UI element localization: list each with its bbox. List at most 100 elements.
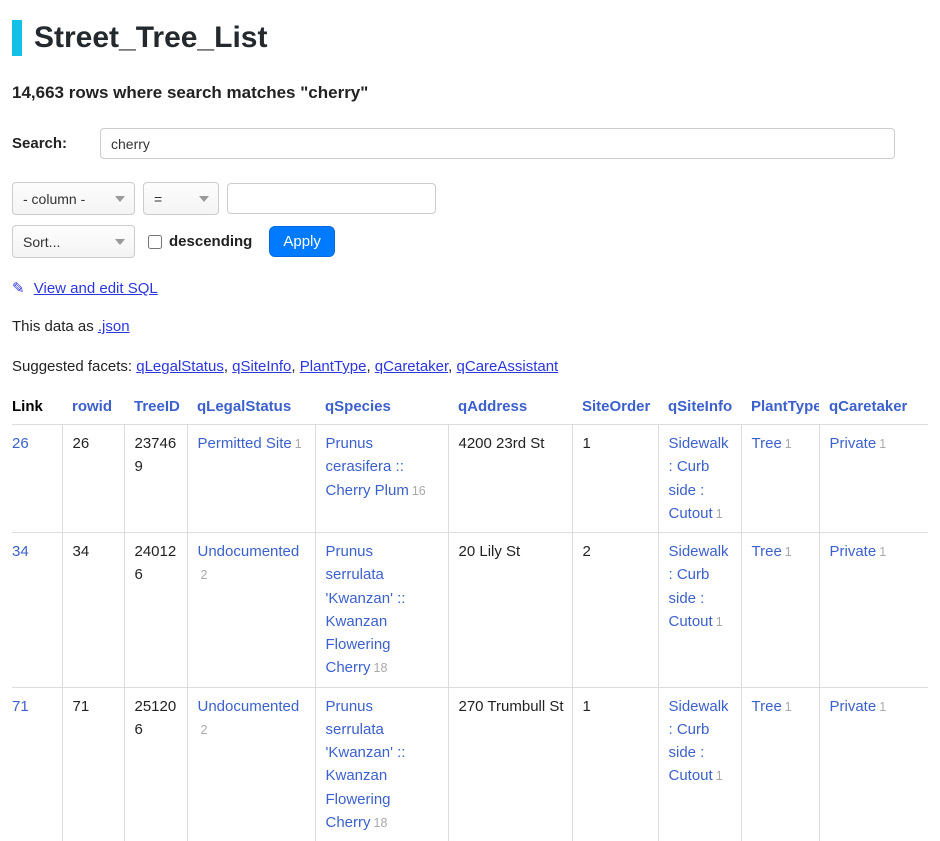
table-row: 3434240126Undocumented2Prunus serrulata … <box>12 533 928 688</box>
cell-qSiteInfo: Sidewalk: Curb side : Cutout1 <box>658 533 741 688</box>
sort-select-wrap: Sort... <box>12 225 135 258</box>
descending-checkbox[interactable] <box>148 235 162 249</box>
filter-value-input[interactable] <box>227 183 436 214</box>
cell-PlantType: Tree1 <box>741 687 819 841</box>
column-header-TreeID: TreeID <box>124 394 187 425</box>
cell-link[interactable]: Prunus serrulata 'Kwanzan' :: Kwanzan Fl… <box>326 698 406 831</box>
facet-count-badge: 1 <box>785 700 792 714</box>
column-header-qCaretaker: qCaretaker <box>819 394 928 425</box>
column-select[interactable]: - column - <box>12 182 135 215</box>
sql-line: ✎ View and edit SQL <box>12 279 928 297</box>
column-header-Link: Link <box>12 394 62 425</box>
cell-qSpecies: Prunus serrulata 'Kwanzan' :: Kwanzan Fl… <box>315 533 448 688</box>
json-link[interactable]: .json <box>98 318 130 335</box>
facets-prefix: Suggested facets: <box>12 358 136 375</box>
cell-link[interactable]: Private <box>830 543 877 560</box>
data-as-prefix: This data as <box>12 318 98 335</box>
cell-qAddress: 20 Lily St <box>448 533 572 688</box>
facet-count-badge: 18 <box>374 661 388 675</box>
column-header-rowid: rowid <box>62 394 124 425</box>
facet-links: qLegalStatus, qSiteInfo, PlantType, qCar… <box>136 358 558 375</box>
cell-qCaretaker: Private1 <box>819 687 928 841</box>
cell-link[interactable]: Undocumented <box>198 543 300 560</box>
table-header-row: Link rowid TreeID qLegalStatus qSpecies qAddr… <box>12 394 928 425</box>
column-header-qSiteInfo: qSiteInfo <box>658 394 741 425</box>
facet-count-badge: 1 <box>785 545 792 559</box>
facet-link-qCaretaker[interactable]: qCaretaker <box>375 358 448 375</box>
cell-link[interactable]: Tree <box>752 543 782 560</box>
cell-qCaretaker: Private1 <box>819 425 928 533</box>
column-header-link-PlantType[interactable]: PlantType <box>751 398 819 415</box>
row-count-summary: 14,663 rows where search matches "cherry… <box>12 83 928 103</box>
facet-link-qCareAssistant[interactable]: qCareAssistant <box>457 358 559 375</box>
cell-qLegalStatus: Undocumented 2 <box>187 687 315 841</box>
cell-rowid: 71 <box>62 687 124 841</box>
cell-qSiteInfo: Sidewalk: Curb side : Cutout1 <box>658 425 741 533</box>
column-header-link-TreeID[interactable]: TreeID <box>134 398 180 415</box>
descending-label: descending <box>169 233 252 250</box>
column-header-link-SiteOrder[interactable]: SiteOrder <box>582 398 650 415</box>
cell-link[interactable]: Tree <box>752 435 782 452</box>
sort-row: Sort... descending Apply <box>12 225 928 258</box>
table-row: 7171251206Undocumented2Prunus serrulata … <box>12 687 928 841</box>
facet-count-badge: 1 <box>785 437 792 451</box>
cell-rowid: 34 <box>62 533 124 688</box>
facet-count-badge: 1 <box>716 507 723 521</box>
operator-select-wrap: = <box>143 182 219 215</box>
operator-select[interactable]: = <box>143 182 219 215</box>
view-edit-sql-link[interactable]: View and edit SQL <box>34 280 158 297</box>
cell-qAddress: 270 Trumbull St <box>448 687 572 841</box>
column-header-PlantType: PlantType <box>741 394 819 425</box>
cell-link[interactable]: 71 <box>12 698 29 715</box>
pencil-icon: ✎ <box>12 280 25 297</box>
cell-PlantType: Tree1 <box>741 425 819 533</box>
apply-button[interactable]: Apply <box>269 226 335 257</box>
facet-count-badge: 1 <box>716 615 723 629</box>
column-header-link-qSpecies[interactable]: qSpecies <box>325 398 391 415</box>
cell-qSpecies: Prunus serrulata 'Kwanzan' :: Kwanzan Fl… <box>315 687 448 841</box>
cell-Link: 26 <box>12 425 62 533</box>
column-header-qAddress: qAddress <box>448 394 572 425</box>
cell-TreeID: 237469 <box>124 425 187 533</box>
column-header-link-rowid[interactable]: rowid <box>72 398 112 415</box>
facet-link-qSiteInfo[interactable]: qSiteInfo <box>232 358 291 375</box>
table-row: 2626237469Permitted Site1Prunus cerasife… <box>12 425 928 533</box>
cell-Link: 71 <box>12 687 62 841</box>
search-input[interactable] <box>100 128 895 159</box>
facet-count-badge: 16 <box>412 484 426 498</box>
facet-count-badge: 1 <box>879 700 886 714</box>
cell-link[interactable]: 26 <box>12 435 29 452</box>
column-header-link-qLegalStatus[interactable]: qLegalStatus <box>197 398 291 415</box>
cell-link[interactable]: Undocumented <box>198 698 300 715</box>
cell-link[interactable]: Permitted Site <box>198 435 292 452</box>
facet-count-badge: 1 <box>295 437 302 451</box>
column-header-qLegalStatus: qLegalStatus <box>187 394 315 425</box>
facet-link-qLegalStatus[interactable]: qLegalStatus <box>136 358 224 375</box>
search-label: Search: <box>12 135 100 152</box>
suggested-facets-line: Suggested facets: qLegalStatus, qSiteInf… <box>12 358 928 375</box>
column-header-link-qCaretaker[interactable]: qCaretaker <box>829 398 907 415</box>
cell-link[interactable]: Prunus cerasifera :: Cherry Plum <box>326 435 409 499</box>
cell-link[interactable]: Tree <box>752 698 782 715</box>
cell-SiteOrder: 1 <box>572 687 658 841</box>
cell-link[interactable]: Prunus serrulata 'Kwanzan' :: Kwanzan Fl… <box>326 543 406 676</box>
page-container: Street_Tree_List 14,663 rows where searc… <box>0 0 940 841</box>
cell-qLegalStatus: Permitted Site1 <box>187 425 315 533</box>
facet-count-badge: 1 <box>879 437 886 451</box>
cell-link[interactable]: Private <box>830 698 877 715</box>
cell-Link: 34 <box>12 533 62 688</box>
facet-link-PlantType[interactable]: PlantType <box>300 358 367 375</box>
page-title: Street_Tree_List <box>12 20 928 56</box>
sort-select[interactable]: Sort... <box>12 225 135 258</box>
facet-count-badge: 2 <box>201 568 208 582</box>
column-select-wrap: - column - <box>12 182 135 215</box>
column-header-link-qAddress[interactable]: qAddress <box>458 398 527 415</box>
facet-count-badge: 2 <box>201 723 208 737</box>
cell-link[interactable]: Private <box>830 435 877 452</box>
cell-link[interactable]: 34 <box>12 543 29 560</box>
cell-SiteOrder: 2 <box>572 533 658 688</box>
facet-count-badge: 1 <box>879 545 886 559</box>
results-table: Link rowid TreeID qLegalStatus qSpecies qAddr… <box>12 394 928 841</box>
column-header-link-qSiteInfo[interactable]: qSiteInfo <box>668 398 732 415</box>
cell-qCaretaker: Private1 <box>819 533 928 688</box>
